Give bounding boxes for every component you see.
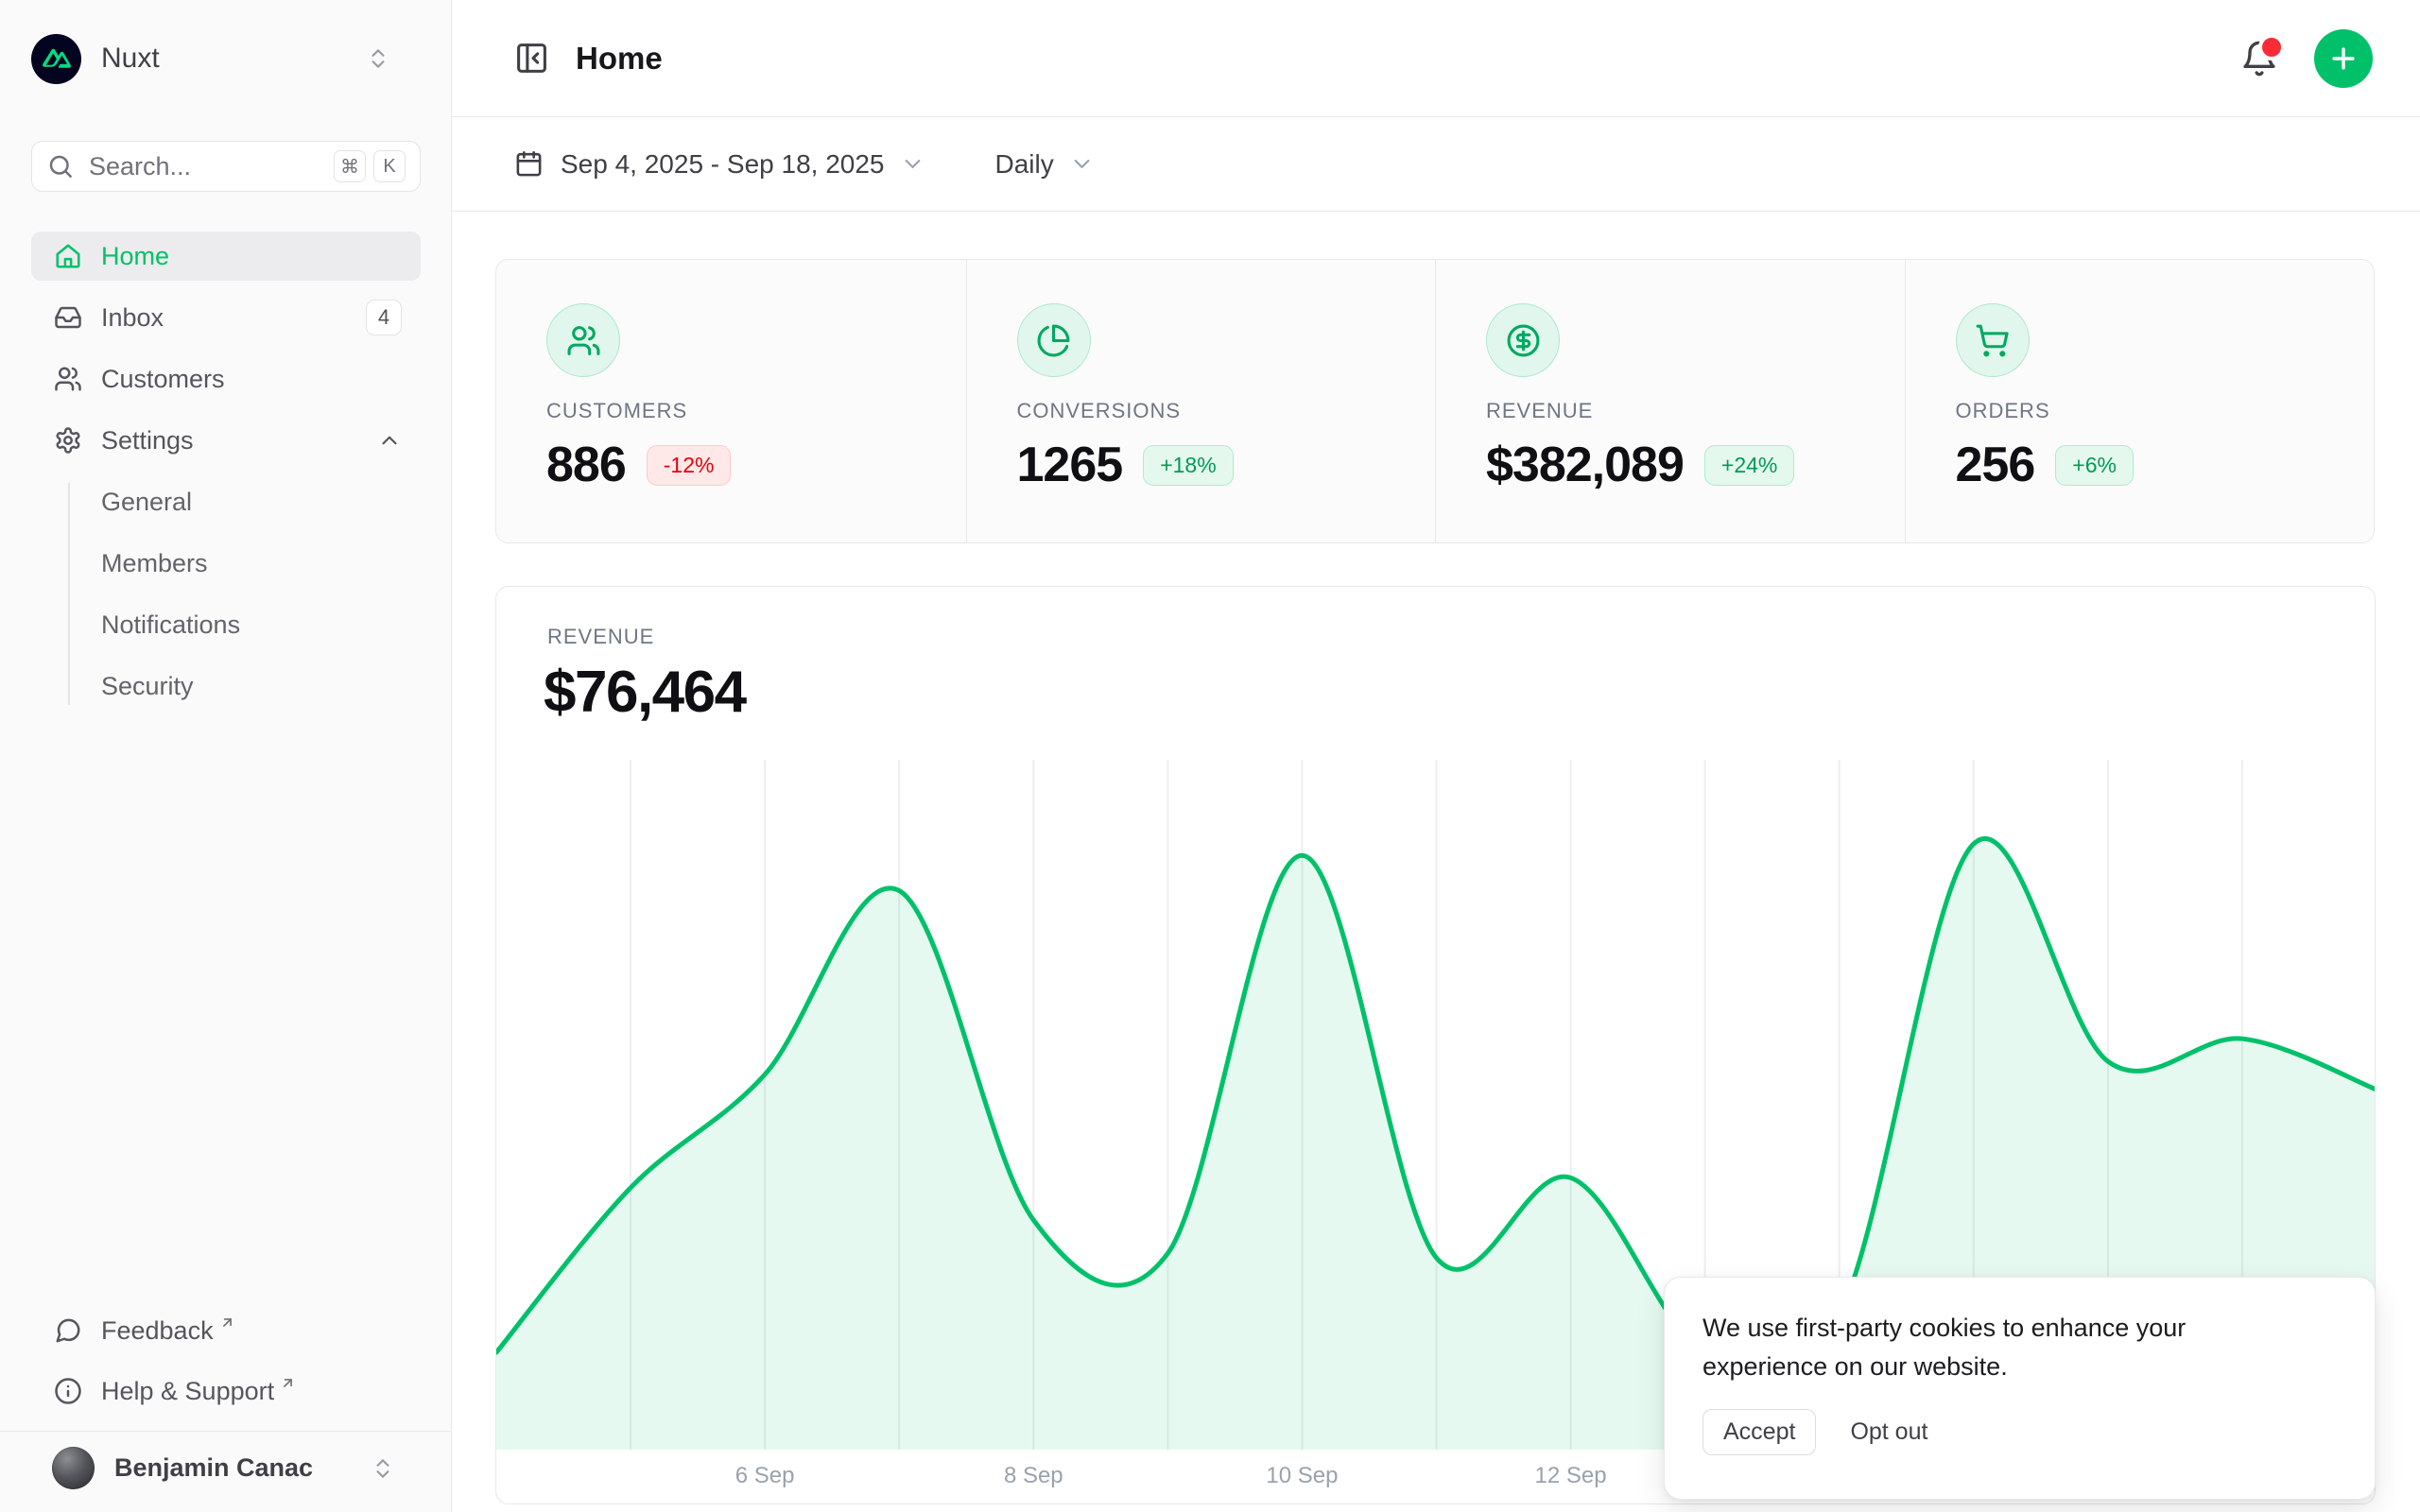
sidebar-item-members[interactable]: Members xyxy=(68,539,421,588)
pie-chart-icon xyxy=(1017,303,1091,377)
user-menu[interactable]: Benjamin Canac xyxy=(0,1431,451,1512)
sidebar-item-security[interactable]: Security xyxy=(68,662,421,711)
opt-out-button[interactable]: Opt out xyxy=(1850,1410,1927,1454)
stat-card-customers: CUSTOMERS 886 -12% xyxy=(496,260,966,542)
stat-value: 1265 xyxy=(1017,437,1123,493)
stat-label: CUSTOMERS xyxy=(546,399,947,423)
help-support-link[interactable]: Help & Support xyxy=(31,1366,420,1416)
message-bubble-icon xyxy=(54,1316,82,1345)
sidebar-item-general[interactable]: General xyxy=(68,477,421,526)
search-input[interactable]: Search... ⌘ K xyxy=(31,141,421,192)
nuxt-logo-icon xyxy=(31,34,81,84)
stats-row: CUSTOMERS 886 -12% CONVERSIONS 1265 +18%… xyxy=(495,259,2375,543)
workspace-name: Nuxt xyxy=(101,43,160,75)
sidebar-item-inbox[interactable]: Inbox 4 xyxy=(31,293,421,342)
stat-card-revenue: REVENUE $382,089 +24% xyxy=(1435,260,1905,542)
stat-value: 886 xyxy=(546,437,626,493)
collapse-sidebar-button[interactable] xyxy=(514,41,549,76)
feedback-link[interactable]: Feedback xyxy=(31,1306,420,1355)
x-axis-label: 10 Sep xyxy=(1266,1463,1338,1489)
info-circle-icon xyxy=(54,1377,82,1405)
inbox-count-badge: 4 xyxy=(366,300,402,335)
chevron-down-icon xyxy=(1069,151,1095,177)
search-icon xyxy=(46,152,75,180)
x-axis-label: 6 Sep xyxy=(735,1463,795,1489)
notifications-button[interactable] xyxy=(2240,40,2278,77)
sub-list-rail xyxy=(68,483,70,705)
add-button[interactable] xyxy=(2314,29,2373,88)
sidebar-item-home[interactable]: Home xyxy=(31,232,421,281)
cookie-banner: We use first-party cookies to enhance yo… xyxy=(1664,1277,2376,1500)
stat-label: REVENUE xyxy=(1486,399,1886,423)
kbd-k: K xyxy=(373,150,406,182)
sidebar: Nuxt Search... ⌘ K Home Inbox 4 xyxy=(0,0,452,1512)
sidebar-item-notifications[interactable]: Notifications xyxy=(68,600,421,649)
cookie-message: We use first-party cookies to enhance yo… xyxy=(1703,1309,2251,1386)
search-shortcut: ⌘ K xyxy=(334,150,406,182)
page-header: Home xyxy=(452,0,2420,117)
sidebar-item-customers[interactable]: Customers xyxy=(31,354,421,404)
inbox-icon xyxy=(54,303,82,332)
circle-dollar-icon xyxy=(1486,303,1560,377)
stat-delta-badge: -12% xyxy=(647,445,732,486)
granularity-select[interactable]: Daily xyxy=(995,149,1095,180)
stat-delta-badge: +18% xyxy=(1143,445,1233,486)
chevron-down-icon xyxy=(900,151,925,177)
x-axis-label: 12 Sep xyxy=(1535,1463,1607,1489)
stat-delta-badge: +24% xyxy=(1704,445,1794,486)
home-icon xyxy=(54,242,82,270)
revenue-panel-label: REVENUE xyxy=(547,625,654,649)
chevron-up-icon xyxy=(377,428,402,453)
workspace-switcher[interactable]: Nuxt xyxy=(31,32,421,85)
arrow-up-right-icon xyxy=(219,1314,235,1331)
sidebar-footer: Feedback Help & Support Benjamin Canac xyxy=(0,1306,451,1512)
plus-icon xyxy=(2327,43,2360,75)
users-icon xyxy=(54,365,82,393)
filters-row: Sep 4, 2025 - Sep 18, 2025 Daily xyxy=(452,117,2420,212)
chevron-up-down-icon xyxy=(366,46,390,71)
calendar-icon xyxy=(514,149,544,179)
x-axis-label: 8 Sep xyxy=(1004,1463,1063,1489)
stat-value: $382,089 xyxy=(1486,437,1684,493)
revenue-panel-value: $76,464 xyxy=(544,659,746,726)
page-title: Home xyxy=(576,41,663,77)
stat-card-conversions: CONVERSIONS 1265 +18% xyxy=(966,260,1436,542)
kbd-cmd: ⌘ xyxy=(334,150,366,182)
arrow-up-right-icon xyxy=(280,1375,296,1391)
sidebar-item-settings[interactable]: Settings xyxy=(31,416,421,465)
settings-gear-icon xyxy=(54,426,82,455)
stat-label: CONVERSIONS xyxy=(1017,399,1417,423)
stat-label: ORDERS xyxy=(1956,399,2356,423)
date-range-picker[interactable]: Sep 4, 2025 - Sep 18, 2025 xyxy=(514,149,925,180)
sidebar-nav: Home Inbox 4 Customers Settings xyxy=(31,232,421,723)
accept-button[interactable]: Accept xyxy=(1703,1409,1816,1455)
chevron-up-down-icon xyxy=(371,1456,395,1481)
date-range-value: Sep 4, 2025 - Sep 18, 2025 xyxy=(561,149,885,180)
search-placeholder: Search... xyxy=(89,152,191,181)
shopping-cart-icon xyxy=(1956,303,2030,377)
user-name: Benjamin Canac xyxy=(114,1453,313,1483)
granularity-value: Daily xyxy=(995,149,1054,180)
stat-value: 256 xyxy=(1956,437,2035,493)
stat-delta-badge: +6% xyxy=(2055,445,2134,486)
notification-dot xyxy=(2258,34,2285,60)
users-icon xyxy=(546,303,620,377)
avatar xyxy=(52,1447,95,1489)
settings-sub-list: General Members Notifications Security xyxy=(31,477,421,711)
stat-card-orders: ORDERS 256 +6% xyxy=(1905,260,2375,542)
